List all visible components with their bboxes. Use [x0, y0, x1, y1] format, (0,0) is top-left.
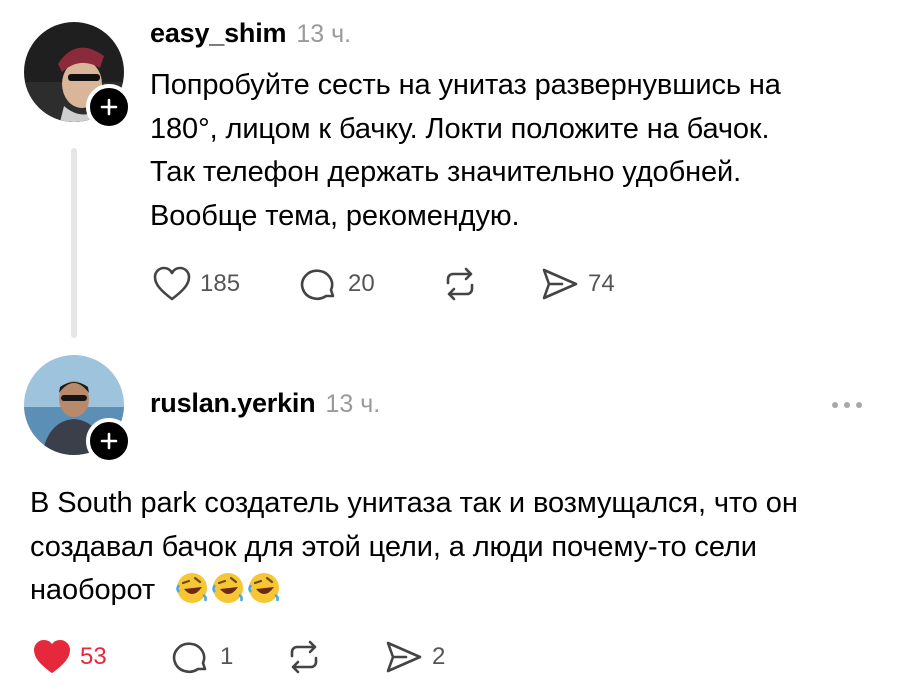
reply-button[interactable]: 1	[172, 638, 233, 676]
thread-line	[71, 148, 77, 338]
text-line: Вообще тема, рекомендую.	[150, 199, 520, 232]
rolling-on-floor-laughing-icon	[248, 573, 280, 603]
more-options-button[interactable]	[832, 402, 862, 408]
follow-button[interactable]	[86, 418, 132, 464]
rolling-on-floor-laughing-icon	[176, 573, 208, 603]
comment-icon	[172, 642, 207, 674]
text-line-with-emoji: наоборот	[30, 569, 890, 613]
post-time: 13 ч.	[296, 20, 352, 48]
post-text: Попробуйте сесть на унитаз развернувшись…	[150, 64, 880, 238]
text-line: наоборот	[30, 574, 156, 606]
like-count: 53	[80, 643, 107, 670]
like-count: 185	[200, 270, 241, 297]
reply-count: 1	[220, 643, 234, 670]
reply-count: 20	[348, 270, 375, 297]
share-count: 74	[588, 270, 615, 297]
post-header: ruslan.yerkin 13 ч.	[150, 388, 380, 419]
text-line: создавал бачок для этой цели, а люди поч…	[30, 530, 757, 563]
more-dot	[856, 402, 862, 408]
username[interactable]: easy_shim	[150, 18, 287, 48]
send-icon	[542, 268, 578, 300]
post-text: В South park создатель унитаза так и воз…	[30, 482, 890, 613]
heart-icon	[153, 266, 191, 301]
more-dot	[832, 402, 838, 408]
like-button[interactable]: 53	[32, 638, 107, 676]
like-button[interactable]: 185	[152, 265, 240, 303]
post-header: easy_shim 13 ч.	[150, 18, 351, 49]
comment-icon	[300, 269, 335, 301]
text-line: Так телефон держать значительно удобней.	[150, 156, 742, 188]
send-icon	[386, 641, 422, 673]
follow-button[interactable]	[86, 84, 132, 130]
repost-button[interactable]	[440, 265, 480, 303]
username[interactable]: ruslan.yerkin	[150, 388, 316, 418]
share-button[interactable]: 2	[384, 638, 445, 676]
text-line: В South park создатель унитаза так и воз…	[30, 487, 798, 519]
repost-button[interactable]	[284, 638, 324, 676]
more-dot	[844, 402, 850, 408]
plus-icon	[100, 432, 118, 450]
plus-icon	[100, 98, 118, 116]
repost-icon	[290, 640, 318, 674]
text-line: 180°, лицом к бачку. Локти положите на б…	[150, 112, 770, 145]
reply-button[interactable]: 20	[300, 265, 375, 303]
rolling-on-floor-laughing-icon	[212, 573, 244, 603]
post-time: 13 ч.	[325, 390, 381, 418]
share-button[interactable]: 74	[540, 265, 615, 303]
repost-icon	[446, 267, 474, 301]
heart-filled-icon	[34, 640, 70, 673]
text-line: Попробуйте сесть на унитаз развернувшись…	[150, 69, 781, 101]
share-count: 2	[432, 643, 446, 670]
